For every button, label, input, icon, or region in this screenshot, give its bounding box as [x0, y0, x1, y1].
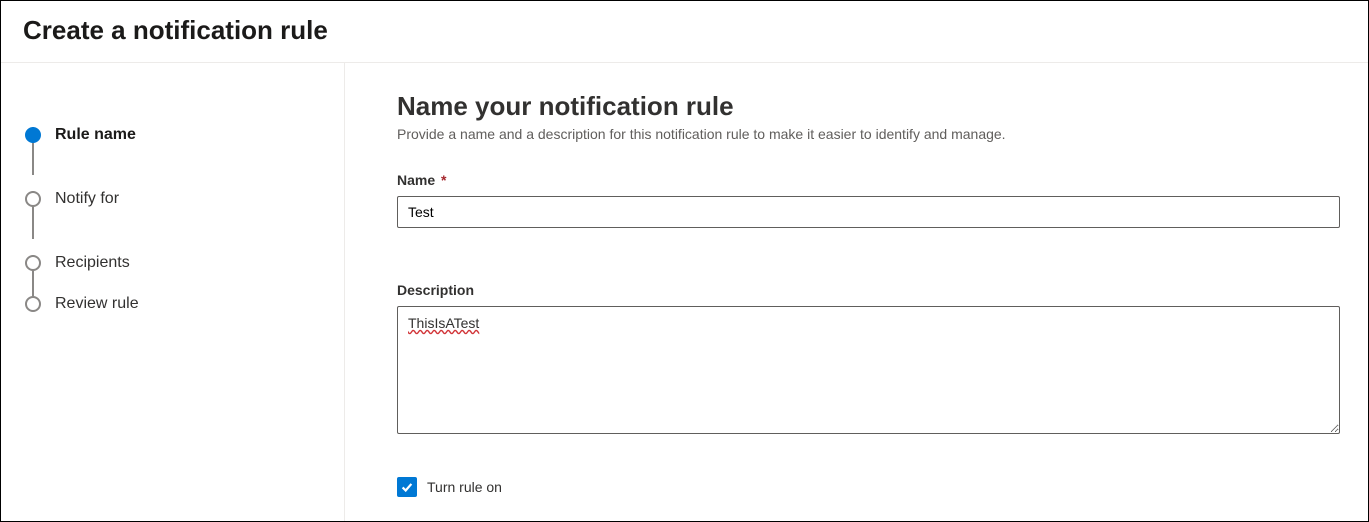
wizard-steps-sidebar: Rule name Notify for Recipients Review r… [1, 63, 345, 521]
description-field-group: Description ThisIsATest [397, 282, 1340, 437]
step-indicator-icon [25, 255, 41, 271]
main-content: Name your notification rule Provide a na… [345, 63, 1368, 521]
step-indicator-icon [25, 127, 41, 143]
step-recipients[interactable]: Recipients [25, 231, 324, 295]
step-label: Rule name [55, 126, 136, 144]
step-label: Recipients [55, 254, 130, 272]
step-label: Notify for [55, 190, 119, 208]
description-textarea[interactable] [397, 306, 1340, 434]
name-label: Name * [397, 172, 1340, 188]
section-heading: Name your notification rule [397, 91, 1340, 122]
description-label: Description [397, 282, 1340, 298]
name-label-text: Name [397, 172, 435, 188]
name-field-group: Name * [397, 172, 1340, 228]
required-indicator: * [441, 172, 446, 188]
step-review-rule[interactable]: Review rule [25, 295, 324, 313]
turn-rule-on-checkbox[interactable] [397, 477, 417, 497]
name-input[interactable] [397, 196, 1340, 228]
check-icon [400, 480, 414, 494]
page-title: Create a notification rule [23, 15, 1346, 46]
turn-rule-on-row[interactable]: Turn rule on [397, 477, 1340, 497]
step-notify-for[interactable]: Notify for [25, 167, 324, 231]
turn-rule-on-label: Turn rule on [427, 479, 502, 495]
step-indicator-icon [25, 296, 41, 312]
step-label: Review rule [55, 295, 139, 313]
step-rule-name[interactable]: Rule name [25, 103, 324, 167]
section-subtitle: Provide a name and a description for thi… [397, 126, 1340, 142]
step-indicator-icon [25, 191, 41, 207]
panel-header: Create a notification rule [1, 1, 1368, 63]
